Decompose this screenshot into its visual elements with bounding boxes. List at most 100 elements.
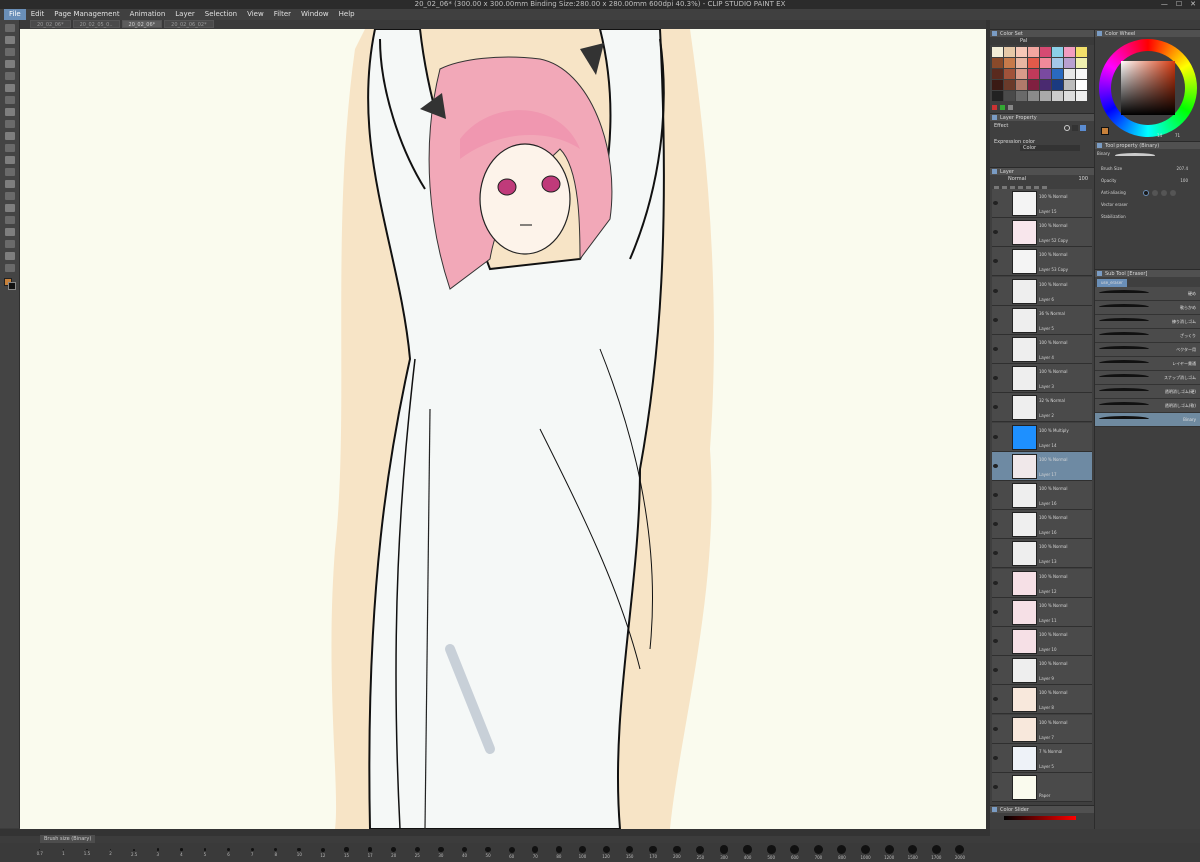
brush-size-option[interactable]: 12	[311, 847, 335, 858]
move-tool-icon[interactable]	[4, 36, 15, 44]
brush-size-option[interactable]: 3	[146, 848, 170, 857]
tone-effect-icon[interactable]	[1072, 125, 1078, 131]
visibility-eye-icon[interactable]	[993, 259, 998, 264]
color-swatch[interactable]	[1028, 91, 1039, 101]
layer-row[interactable]: 100 % Normal Layer 13	[992, 539, 1092, 569]
brush-size-option[interactable]: 5	[193, 848, 217, 857]
sub-color-swatch[interactable]	[8, 282, 16, 290]
visibility-eye-icon[interactable]	[993, 609, 998, 614]
visibility-eye-icon[interactable]	[993, 376, 998, 381]
blend-tool-icon[interactable]	[4, 168, 15, 176]
stabilization-row[interactable]: Stabilization	[1095, 211, 1200, 223]
operation-tool-icon[interactable]	[4, 48, 15, 56]
color-swatch[interactable]	[1040, 80, 1051, 90]
layer-row[interactable]: 100 % Normal Layer 11	[992, 597, 1092, 627]
color-swatch[interactable]	[1028, 47, 1039, 57]
balloon-tool-icon[interactable]	[4, 252, 15, 260]
color-swatch[interactable]	[1076, 58, 1087, 68]
layer-row[interactable]: 100 % Normal Layer 16	[992, 510, 1092, 540]
layer-color-icon[interactable]	[1080, 125, 1086, 131]
color-swatch[interactable]	[1016, 47, 1027, 57]
sub-tool-tab[interactable]: use_eraser	[1097, 279, 1127, 287]
brush-size-option[interactable]: 1000	[854, 845, 878, 860]
color-swatch[interactable]	[1052, 58, 1063, 68]
visibility-eye-icon[interactable]	[993, 551, 998, 556]
layer-row[interactable]: 100 % Normal Layer 9	[992, 656, 1092, 686]
menu-view[interactable]: View	[242, 9, 269, 20]
brush-size-option[interactable]: 2.5	[122, 848, 146, 857]
opacity-value[interactable]: 100	[1180, 175, 1188, 187]
brush-size-option[interactable]: 300	[712, 845, 736, 860]
text-tool-icon[interactable]	[4, 240, 15, 248]
brush-size-option[interactable]: 150	[618, 845, 642, 859]
doc-tab-2[interactable]: 20_02_05_0..	[72, 20, 120, 28]
expression-color-select[interactable]: Color	[1020, 145, 1080, 151]
color-swatch[interactable]	[1040, 58, 1051, 68]
visibility-eye-icon[interactable]	[993, 668, 998, 673]
brush-size-option[interactable]: 70	[523, 846, 547, 859]
brush-size-option[interactable]: 1	[52, 848, 76, 856]
brush-size-option[interactable]: 1700	[925, 845, 949, 860]
sub-tool-item[interactable]: スナップ消しゴム	[1095, 371, 1200, 385]
brush-size-option[interactable]: 6	[217, 848, 241, 857]
drawing-canvas[interactable]	[20, 29, 986, 829]
color-swatch[interactable]	[1064, 69, 1075, 79]
color-swatch[interactable]	[1028, 80, 1039, 90]
sub-tool-item[interactable]: 透明消しゴム(硬)	[1095, 385, 1200, 399]
color-swatch[interactable]	[1040, 91, 1051, 101]
brush-size-option[interactable]: 1.5	[75, 848, 99, 856]
maximize-icon[interactable]: ☐	[1176, 0, 1182, 9]
menu-animation[interactable]: Animation	[125, 9, 171, 20]
brush-size-option[interactable]: 80	[547, 846, 571, 859]
color-swatch[interactable]	[1052, 80, 1063, 90]
pencil-tool-icon[interactable]	[4, 108, 15, 116]
menu-filter[interactable]: Filter	[269, 9, 296, 20]
layer-opacity-value[interactable]: 100	[1078, 175, 1088, 184]
visibility-eye-icon[interactable]	[993, 288, 998, 293]
menu-file[interactable]: File	[4, 9, 26, 20]
color-swatch[interactable]	[1040, 69, 1051, 79]
menu-help[interactable]: Help	[334, 9, 360, 20]
visibility-eye-icon[interactable]	[993, 493, 998, 497]
color-swatch[interactable]	[992, 80, 1003, 90]
color-swatch[interactable]	[1016, 69, 1027, 79]
visibility-eye-icon[interactable]	[993, 755, 998, 760]
replace-color-icon[interactable]	[1000, 105, 1005, 110]
menu-selection[interactable]: Selection	[200, 9, 242, 20]
color-swatch[interactable]	[1028, 58, 1039, 68]
visibility-eye-icon[interactable]	[993, 434, 998, 439]
brush-size-option[interactable]: 8	[264, 847, 288, 857]
auto-select-icon[interactable]	[4, 72, 15, 80]
brush-size-value[interactable]: 207.4	[1177, 163, 1188, 175]
menu-page-management[interactable]: Page Management	[49, 9, 124, 20]
color-swatch[interactable]	[1004, 47, 1015, 57]
visibility-eye-icon[interactable]	[993, 522, 998, 527]
visibility-eye-icon[interactable]	[993, 201, 998, 205]
visibility-eye-icon[interactable]	[993, 347, 998, 351]
color-swatch[interactable]	[1016, 80, 1027, 90]
layer-row[interactable]: 100 % Normal Layer 12	[992, 568, 1092, 598]
layer-row[interactable]: 100 % Normal Layer 3	[992, 364, 1092, 394]
current-color-swatch[interactable]	[1101, 127, 1109, 135]
layer-row[interactable]: 100 % Normal Layer 10	[992, 627, 1092, 656]
color-swatch[interactable]	[1004, 91, 1015, 101]
layer-row[interactable]: 100 % Normal Layer 4	[992, 335, 1092, 364]
vector-eraser-row[interactable]: Vector eraser	[1095, 199, 1200, 211]
brush-size-option[interactable]: 600	[783, 845, 807, 860]
antialias-mid-icon[interactable]	[1161, 190, 1167, 196]
sub-tool-item[interactable]: ベクター用	[1095, 343, 1200, 357]
layer-row[interactable]: 100 % Normal Layer 8	[992, 685, 1092, 715]
color-swatch[interactable]	[1064, 80, 1075, 90]
layer-row[interactable]: 100 % Normal Layer 7	[992, 714, 1092, 744]
frame-tool-icon[interactable]	[4, 216, 15, 224]
eyedropper-icon[interactable]	[4, 84, 15, 92]
ruler-tool-icon[interactable]	[4, 228, 15, 236]
color-swatch[interactable]	[992, 91, 1003, 101]
brush-size-option[interactable]: 20	[382, 847, 406, 858]
visibility-eye-icon[interactable]	[993, 726, 998, 731]
brush-size-option[interactable]: 1500	[901, 845, 925, 860]
color-swatch[interactable]	[1064, 58, 1075, 68]
color-swatch[interactable]	[1076, 69, 1087, 79]
menu-window[interactable]: Window	[296, 9, 334, 20]
gradient-tool-icon[interactable]	[4, 192, 15, 200]
